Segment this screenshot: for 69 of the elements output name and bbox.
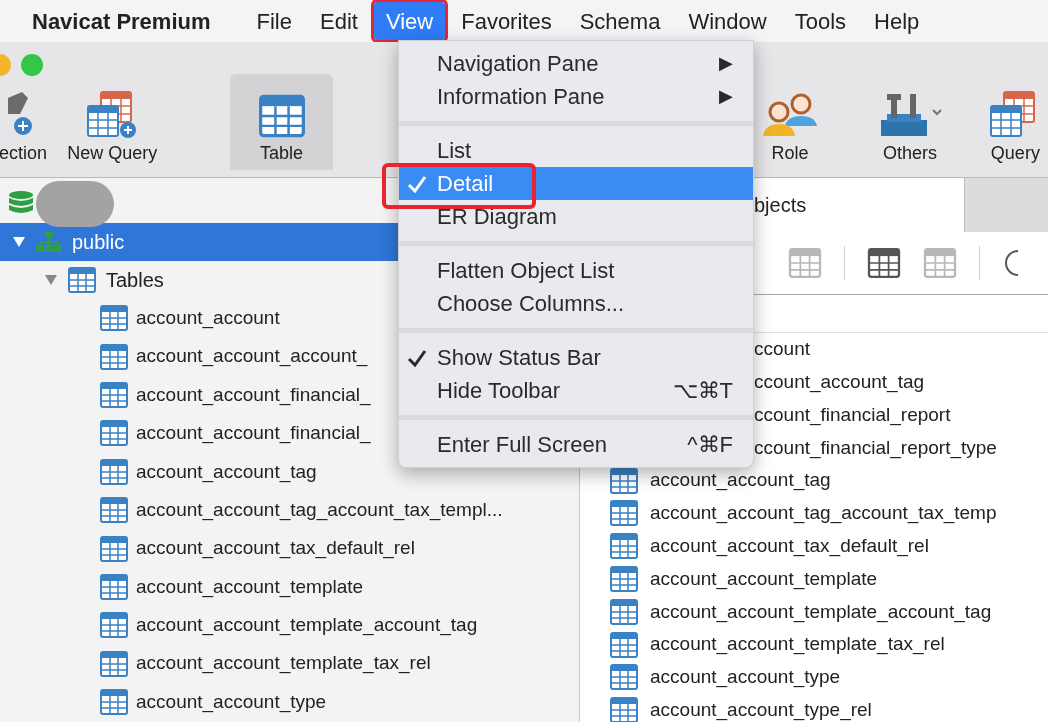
table-delete-icon <box>788 248 822 278</box>
menu-item[interactable]: Navigation Pane ▶ <box>399 47 753 80</box>
table-icon <box>100 343 128 370</box>
schema-icon <box>36 231 62 253</box>
table-icon <box>610 631 638 658</box>
shortcut: ⌥⌘T <box>672 377 733 405</box>
tree-item[interactable]: account_account_tag_account_tax_templ... <box>0 490 579 530</box>
toolbar-button[interactable]: Others <box>865 74 955 170</box>
table-icon <box>100 497 128 524</box>
table-icon <box>100 612 128 639</box>
table-icon <box>610 467 638 494</box>
menu-title[interactable]: File <box>244 2 304 40</box>
tree-item[interactable]: account_account_template_tax_rel <box>0 644 579 683</box>
toolbar-button[interactable]: ection <box>0 74 51 170</box>
menu-item[interactable]: Information Pane ▶ <box>399 80 753 113</box>
object-row[interactable]: account_account_template_tax_rel <box>580 628 1048 661</box>
toolbar-button[interactable]: New Query <box>60 74 165 170</box>
object-row[interactable]: account_account_tax_default_rel <box>580 529 1048 563</box>
checkmark-icon <box>407 347 427 368</box>
table-export-icon <box>923 248 957 278</box>
app-name[interactable]: Navicat Premium <box>32 4 211 38</box>
object-row[interactable]: account_account_tag <box>580 464 1048 497</box>
tree-item[interactable]: account_account_template_account_tag <box>0 606 579 645</box>
menu-title[interactable]: Window <box>676 2 779 40</box>
object-row[interactable]: account_account_tag_account_tax_temp <box>580 497 1048 530</box>
toolbar-button[interactable]: Query <box>982 74 1048 170</box>
table-import-icon <box>867 248 901 278</box>
object-row[interactable]: account_account_type_rel <box>580 693 1048 722</box>
table-icon <box>100 573 128 600</box>
menu-item[interactable]: List <box>399 134 753 167</box>
menu-title[interactable]: Favorites <box>449 2 564 40</box>
table-icon <box>610 565 638 592</box>
menu-title[interactable]: Schema <box>567 2 673 40</box>
object-row[interactable]: account_account_template_account_tag <box>580 595 1048 629</box>
submenu-arrow: ▶ <box>719 52 733 75</box>
tree-item[interactable]: account_account_template <box>0 567 579 607</box>
table-icon <box>610 598 638 625</box>
menu-title[interactable]: Tools <box>782 2 858 40</box>
toolbar-button[interactable]: Table <box>230 74 333 170</box>
object-row[interactable]: account_account_type <box>580 660 1048 694</box>
menu-title[interactable]: View <box>373 2 446 40</box>
object-row[interactable]: account_account_template <box>580 562 1048 596</box>
toolbar-button[interactable]: Role <box>752 74 828 170</box>
zoom-window-button[interactable] <box>21 54 43 76</box>
table-icon <box>610 500 638 527</box>
shortcut: ^⌘F <box>687 431 733 459</box>
menu-item[interactable]: Choose Columns... <box>399 287 753 320</box>
table-icon <box>100 650 128 677</box>
table-icon <box>258 94 305 138</box>
table-icon <box>100 535 128 562</box>
table-icon <box>68 267 96 293</box>
table-icon <box>100 381 128 408</box>
tree-item[interactable]: account_account_tax_default_rel <box>0 529 579 568</box>
menu-title[interactable]: Edit <box>308 2 370 40</box>
disclosure-triangle-icon[interactable] <box>12 235 26 249</box>
table-icon <box>610 533 638 560</box>
table-icon <box>100 689 128 716</box>
table-icon <box>100 305 128 332</box>
menu-item[interactable]: Hide Toolbar ⌥⌘T <box>399 374 753 407</box>
menu-item[interactable]: Show Status Bar <box>399 341 753 374</box>
tree-item[interactable]: account_account_type <box>0 682 579 722</box>
submenu-arrow: ▶ <box>719 85 733 108</box>
menu-title[interactable]: Help <box>862 2 932 40</box>
search-icon[interactable] <box>1002 248 1018 278</box>
table-icon <box>100 458 128 485</box>
checkmark-icon <box>407 173 427 194</box>
disclosure-triangle-icon[interactable] <box>44 273 58 287</box>
table-icon <box>100 420 128 447</box>
table-icon <box>610 664 638 691</box>
